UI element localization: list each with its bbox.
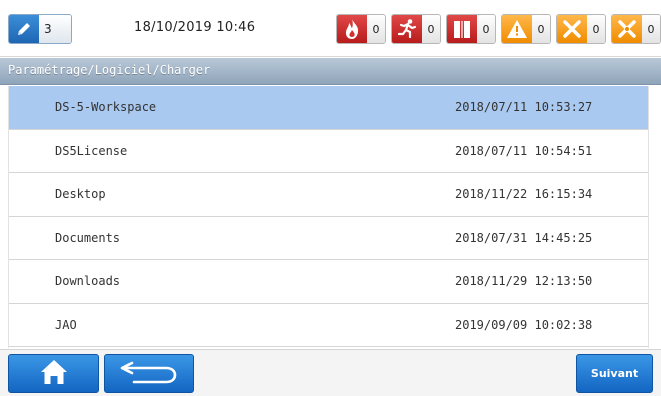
running-person-icon [392,15,422,43]
disabled-counter[interactable]: 0 [611,14,661,44]
file-list[interactable]: DS-5-Workspace 2018/07/11 10:53:27 DS5Li… [8,86,649,348]
breadcrumb: Paramétrage/Logiciel/Charger [0,58,661,85]
file-date: 2018/07/31 14:45:25 [455,230,593,245]
fire-door-icon [447,15,477,43]
warning-icon [502,15,532,43]
pen-icon [9,15,39,43]
status-bar: 3 18/10/2019 10:46 0 0 0 0 0 0 [0,0,661,57]
file-name: Documents [55,230,121,245]
list-item[interactable]: Documents 2018/07/31 14:45:25 [9,216,648,260]
alarm-counters: 0 0 0 0 0 0 [336,14,661,44]
fault-counter[interactable]: 0 [556,14,606,44]
fire-icon [337,15,367,43]
fault-cross-icon [557,15,587,43]
user-level-button[interactable]: 3 [8,14,72,44]
next-button[interactable]: Suivant [576,354,653,393]
file-date: 2018/11/29 12:13:50 [455,274,593,288]
disabled-count: 0 [642,15,660,43]
evacuation-alarm-counter[interactable]: 0 [391,14,441,44]
file-name: Downloads [55,274,121,288]
file-date: 2019/09/09 10:02:38 [455,317,593,332]
list-item[interactable]: Downloads 2018/11/29 12:13:50 [9,260,648,304]
file-name: DS5License [55,143,128,158]
file-date: 2018/07/11 10:53:27 [455,100,593,114]
list-item[interactable]: Desktop 2018/11/22 16:15:34 [9,173,648,217]
disabled-cross-icon [612,15,642,43]
file-name: DS-5-Workspace [55,100,157,114]
fire-alarm-count: 0 [367,15,385,43]
door-alarm-counter[interactable]: 0 [446,14,496,44]
file-name: JAO [55,317,77,332]
breadcrumb-path: Paramétrage/Logiciel/Charger [8,63,211,77]
evacuation-alarm-count: 0 [422,15,440,43]
list-item[interactable]: DS-5-Workspace 2018/07/11 10:53:27 [9,86,648,130]
home-icon [39,358,69,390]
list-item[interactable]: DS5License 2018/07/11 10:54:51 [9,129,648,173]
bottom-toolbar: Suivant [0,349,661,396]
list-item[interactable]: JAO 2019/09/09 10:02:38 [9,303,648,347]
home-button[interactable] [8,354,99,393]
next-button-label: Suivant [590,367,639,380]
fault-count: 0 [587,15,605,43]
file-date: 2018/11/22 16:15:34 [455,187,593,201]
fire-alarm-counter[interactable]: 0 [336,14,386,44]
file-date: 2018/07/11 10:54:51 [455,143,593,158]
back-arrow-icon [118,359,180,389]
date-time: 18/10/2019 10:46 [134,20,256,35]
file-name: Desktop [55,187,106,201]
back-button[interactable] [104,354,194,393]
door-alarm-count: 0 [477,15,495,43]
warning-count: 0 [532,15,550,43]
warning-counter[interactable]: 0 [501,14,551,44]
user-level-value: 3 [39,15,71,43]
